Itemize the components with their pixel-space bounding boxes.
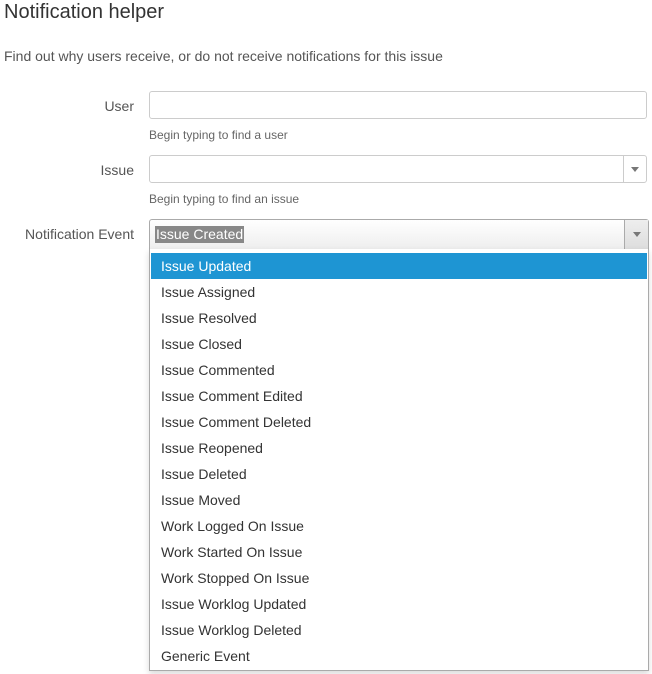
- page-title: Notification helper: [4, 1, 165, 23]
- event-options-list: Issue Updated Issue Assigned Issue Resol…: [149, 249, 649, 671]
- issue-label: Issue: [100, 162, 134, 178]
- event-option[interactable]: Issue Comment Deleted: [151, 409, 647, 435]
- event-option[interactable]: Work Logged On Issue: [151, 513, 647, 539]
- event-option[interactable]: Issue Assigned: [151, 279, 647, 305]
- event-option[interactable]: Issue Moved: [151, 487, 647, 513]
- chevron-down-icon: [631, 166, 639, 172]
- event-option[interactable]: Work Stopped On Issue: [151, 565, 647, 591]
- event-option[interactable]: Issue Worklog Deleted: [151, 617, 647, 643]
- event-option[interactable]: Issue Commented: [151, 357, 647, 383]
- page-description: Find out why users receive, or do not re…: [4, 48, 443, 64]
- selected-event: Issue Created: [155, 226, 245, 243]
- user-input[interactable]: [150, 92, 646, 118]
- issue-hint: Begin typing to find an issue: [149, 192, 300, 206]
- event-option[interactable]: Issue Closed: [151, 331, 647, 357]
- notification-event-label: Notification Event: [25, 226, 134, 242]
- event-option[interactable]: Issue Deleted: [151, 461, 647, 487]
- issue-field[interactable]: [149, 155, 647, 183]
- event-option[interactable]: Issue Updated: [151, 253, 647, 279]
- user-hint: Begin typing to find a user: [149, 128, 288, 142]
- event-option[interactable]: Issue Comment Edited: [151, 383, 647, 409]
- event-option[interactable]: Issue Resolved: [151, 305, 647, 331]
- event-option[interactable]: Generic Event: [151, 643, 647, 669]
- event-option[interactable]: Work Started On Issue: [151, 539, 647, 565]
- notification-event-select[interactable]: Issue Created: [149, 219, 649, 250]
- user-field[interactable]: [149, 91, 647, 119]
- chevron-down-icon: [632, 232, 641, 237]
- event-dropdown-toggle[interactable]: [624, 220, 648, 249]
- event-option[interactable]: Issue Reopened: [151, 435, 647, 461]
- issue-dropdown-toggle[interactable]: [623, 156, 646, 182]
- issue-input[interactable]: [150, 156, 622, 182]
- notification-helper-page: Notification helper Find out why users r…: [0, 0, 652, 674]
- event-option[interactable]: Issue Worklog Updated: [151, 591, 647, 617]
- user-label: User: [104, 98, 134, 114]
